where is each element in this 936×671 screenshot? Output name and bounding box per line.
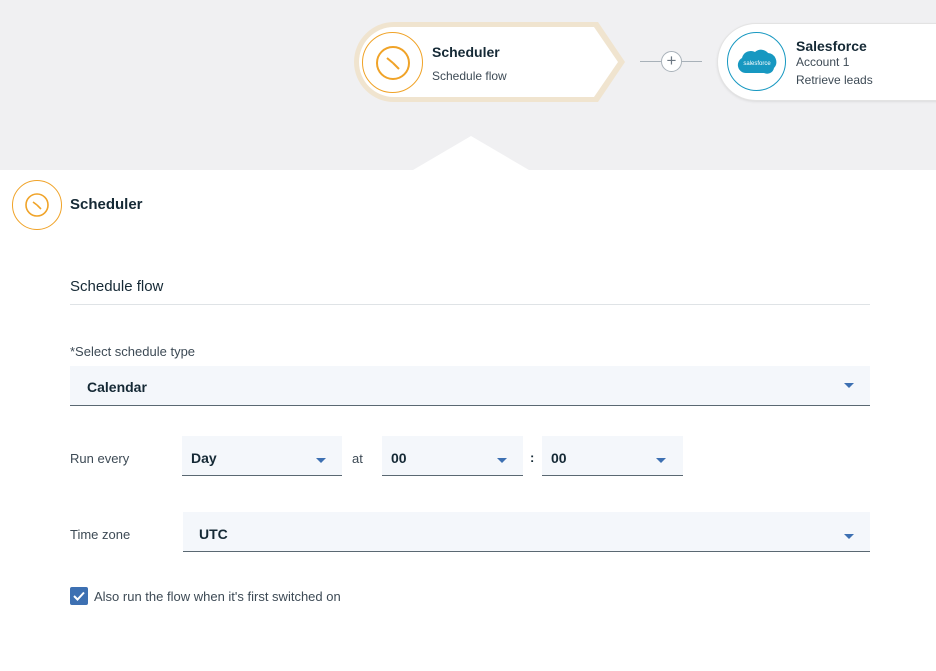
panel-pointer (413, 136, 529, 170)
clock-icon (12, 180, 62, 230)
time-zone-select[interactable]: UTC (183, 512, 870, 552)
salesforce-node[interactable]: salesforce Salesforce Account 1 Retrieve… (718, 24, 936, 100)
scheduler-node[interactable]: Scheduler Schedule flow (352, 20, 627, 104)
minute-value: 00 (551, 450, 567, 466)
schedule-type-select[interactable]: Calendar (70, 366, 870, 406)
flow-name-field[interactable]: Schedule flow (70, 278, 163, 295)
panel-title: Scheduler (70, 196, 143, 213)
add-step-button[interactable]: + (661, 51, 682, 72)
salesforce-node-account: Account 1 (796, 55, 850, 69)
time-zone-label: Time zone (70, 527, 131, 542)
time-separator: : (530, 450, 535, 465)
scheduler-node-title: Scheduler (432, 44, 500, 60)
salesforce-logo-icon: salesforce (727, 32, 786, 91)
schedule-type-value: Calendar (87, 379, 147, 395)
minute-select[interactable]: 00 (542, 436, 683, 476)
chevron-down-icon (844, 383, 854, 388)
chevron-down-icon (656, 458, 666, 463)
first-run-checkbox[interactable] (70, 587, 88, 605)
salesforce-node-title: Salesforce (796, 38, 867, 54)
salesforce-logo-text: salesforce (743, 61, 771, 67)
first-run-label[interactable]: Also run the flow when it's first switch… (94, 589, 341, 604)
salesforce-node-action: Retrieve leads (796, 73, 873, 87)
run-every-unit-select[interactable]: Day (182, 436, 342, 476)
scheduler-node-subtitle: Schedule flow (432, 69, 507, 83)
at-label: at (352, 451, 363, 466)
chevron-down-icon (844, 534, 854, 539)
divider (70, 304, 870, 305)
run-every-unit-value: Day (191, 450, 217, 466)
run-every-label: Run every (70, 451, 130, 466)
schedule-type-label: *Select schedule type (70, 344, 196, 359)
chevron-down-icon (497, 458, 507, 463)
clock-icon (362, 32, 423, 93)
check-icon (73, 591, 85, 601)
hour-select[interactable]: 00 (382, 436, 523, 476)
time-zone-value: UTC (199, 526, 228, 542)
chevron-down-icon (316, 458, 326, 463)
hour-value: 00 (391, 450, 407, 466)
